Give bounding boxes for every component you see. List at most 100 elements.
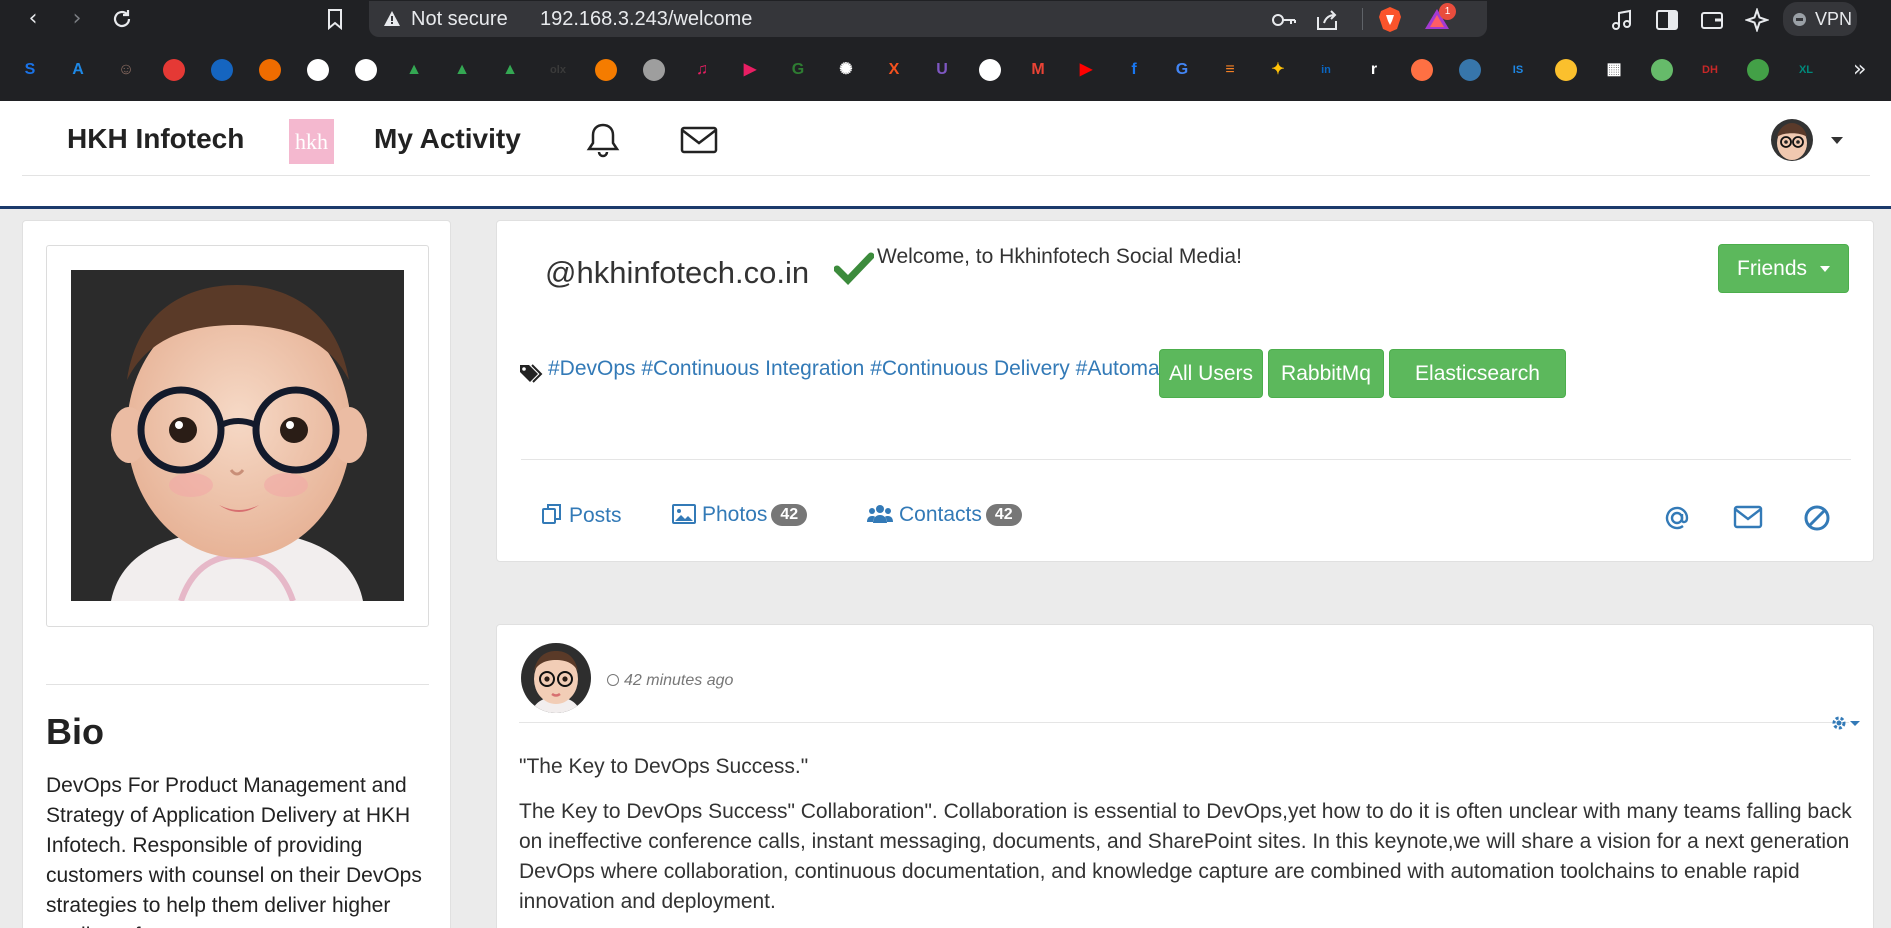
- bookmark-translate-icon[interactable]: G: [1171, 59, 1193, 81]
- user-avatar[interactable]: [1771, 119, 1813, 161]
- bookmark-drive-2-icon[interactable]: ▲: [451, 59, 473, 81]
- url-text[interactable]: 192.168.3.243/welcome: [540, 8, 752, 31]
- post-settings-gear-icon[interactable]: [1830, 713, 1864, 733]
- reload-icon[interactable]: [107, 4, 137, 34]
- more-bookmarks-icon[interactable]: »: [1853, 57, 1866, 82]
- rabbitmq-button[interactable]: RabbitMq: [1268, 349, 1384, 398]
- tab-contacts[interactable]: Contacts 42: [867, 503, 1022, 527]
- address-bar[interactable]: Not secure 192.168.3.243/welcome 1: [369, 1, 1487, 37]
- bookmark-python-icon[interactable]: [1459, 59, 1481, 81]
- bookmark-drive-3-icon[interactable]: ▲: [499, 59, 521, 81]
- bookmark-x-icon[interactable]: X: [883, 59, 905, 81]
- elasticsearch-button[interactable]: Elasticsearch: [1389, 349, 1566, 398]
- all-users-button[interactable]: All Users: [1159, 349, 1263, 398]
- brand-name[interactable]: HKH Infotech: [67, 123, 244, 155]
- at-icon[interactable]: [1663, 504, 1691, 532]
- bookmark-music-icon[interactable]: ♫: [691, 59, 713, 81]
- bookmark-dots-icon[interactable]: [1555, 59, 1577, 81]
- divider: [521, 459, 1851, 460]
- profile-sidebar: Bio DevOps For Product Management and St…: [22, 220, 451, 928]
- app-navbar: HKH Infotech hkh My Activity: [0, 101, 1891, 209]
- friends-dropdown-button[interactable]: Friends: [1718, 244, 1849, 293]
- music-icon[interactable]: [1610, 8, 1634, 32]
- bookmark-youtube-icon[interactable]: ▶: [1075, 59, 1097, 81]
- bookmark-chat-icon[interactable]: [1747, 59, 1769, 81]
- bookmark-fire-icon[interactable]: [1411, 59, 1433, 81]
- bookmark-people-icon[interactable]: [1651, 59, 1673, 81]
- bookmark-dh-icon[interactable]: DH: [1699, 59, 1721, 81]
- bookmark-linkedin-icon[interactable]: in: [1315, 59, 1337, 81]
- bookmark-olx-icon[interactable]: olx: [547, 59, 569, 81]
- block-icon[interactable]: [1803, 504, 1831, 532]
- photos-count-badge: 42: [771, 504, 808, 526]
- bookmark-facebook-icon[interactable]: f: [1123, 59, 1145, 81]
- bookmark-globe-icon[interactable]: [643, 59, 665, 81]
- bookmark-icon[interactable]: [320, 4, 350, 34]
- clock-icon: [607, 674, 619, 686]
- bookmark-qr-icon[interactable]: ▦: [1603, 59, 1625, 81]
- security-label[interactable]: Not secure: [411, 8, 508, 31]
- bookmark-drive-1-icon[interactable]: ▲: [403, 59, 425, 81]
- bookmark-cloud-icon[interactable]: [259, 59, 281, 81]
- bookmark-red-ball-icon[interactable]: [163, 59, 185, 81]
- bookmark-s-icon[interactable]: S: [19, 59, 41, 81]
- bookmark-play-icon[interactable]: ▶: [739, 59, 761, 81]
- bio-text: DevOps For Product Management and Strate…: [46, 774, 422, 928]
- profile-header-card: @hkhinfotech.co.in Welcome, to Hkhinfote…: [496, 220, 1874, 562]
- bookmark-xl-icon[interactable]: XL: [1795, 59, 1817, 81]
- bookmark-r-icon[interactable]: r: [1363, 59, 1385, 81]
- bookmark-github-2-icon[interactable]: [355, 59, 377, 81]
- envelope-icon[interactable]: [1733, 504, 1763, 530]
- post-title: "The Key to DevOps Success.": [519, 755, 809, 778]
- brand-logo[interactable]: hkh: [289, 119, 334, 164]
- bookmark-is-icon[interactable]: IS: [1507, 59, 1529, 81]
- contacts-icon: [867, 505, 893, 523]
- bookmark-avatar-icon[interactable]: ☺: [115, 59, 137, 81]
- brave-rewards-icon[interactable]: 1: [1423, 3, 1456, 32]
- post-time-text: 42 minutes ago: [624, 672, 734, 689]
- envelope-icon[interactable]: [680, 125, 718, 155]
- toolbar-separator: [1362, 8, 1363, 30]
- post-author-avatar[interactable]: [521, 643, 591, 713]
- bookmark-circle-blue-icon[interactable]: [211, 59, 233, 81]
- profile-photo[interactable]: [71, 270, 404, 601]
- my-activity-link[interactable]: My Activity: [374, 123, 521, 155]
- verified-check-icon: [834, 252, 874, 285]
- rewards-badge: 1: [1439, 3, 1456, 20]
- brave-shield-icon[interactable]: [1377, 6, 1403, 32]
- bell-icon[interactable]: [585, 121, 621, 159]
- post-body: The Key to DevOps Success" Collaboration…: [519, 800, 1852, 913]
- divider: [519, 722, 1849, 723]
- wallet-icon[interactable]: [1700, 8, 1724, 32]
- tab-photos[interactable]: Photos 42: [672, 503, 808, 527]
- post-timestamp: 42 minutes ago: [607, 672, 733, 690]
- sidebar-icon[interactable]: [1655, 8, 1679, 32]
- share-icon[interactable]: [1315, 9, 1339, 31]
- tab-posts[interactable]: Posts: [541, 503, 622, 528]
- photos-icon: [672, 504, 696, 524]
- bookmark-u-icon[interactable]: U: [931, 59, 953, 81]
- bookmark-openai-icon[interactable]: ✺: [835, 59, 857, 81]
- forward-icon[interactable]: ›: [62, 4, 92, 34]
- back-icon[interactable]: ‹: [18, 4, 48, 34]
- tags-icon: [520, 364, 543, 383]
- nav-divider: [22, 175, 1870, 176]
- leo-ai-icon[interactable]: [1745, 8, 1769, 32]
- bookmark-github-1-icon[interactable]: [307, 59, 329, 81]
- bookmark-github-3-icon[interactable]: [979, 59, 1001, 81]
- bookmark-gfg-icon[interactable]: G: [787, 59, 809, 81]
- bookmark-gmail-icon[interactable]: M: [1027, 59, 1049, 81]
- post-card: 42 minutes ago "The Key to DevOps Succes…: [496, 624, 1874, 928]
- bookmark-rocket-icon[interactable]: ✦: [1267, 59, 1289, 81]
- bookmark-azure-icon[interactable]: A: [67, 59, 89, 81]
- bio-heading: Bio: [46, 711, 104, 752]
- vpn-button[interactable]: VPN: [1783, 2, 1857, 36]
- profile-handle: @hkhinfotech.co.in: [545, 255, 810, 290]
- password-key-icon[interactable]: [1271, 10, 1297, 30]
- hashtags-text[interactable]: #DevOps #Continuous Integration #Continu…: [548, 357, 1194, 381]
- bookmark-stack-icon[interactable]: ≡: [1219, 59, 1241, 81]
- browser-toolbar: ‹ › Not secure 192.168.3.243/welcome 1 V…: [0, 0, 1891, 38]
- bookmarks-bar: S A ☺ ▲ ▲ ▲ olx ♫ ▶ G ✺ X U M ▶ f G ≡ ✦ in r IS ▦ DH XL »: [0, 38, 1891, 101]
- user-menu-caret-icon[interactable]: [1831, 137, 1843, 144]
- bookmark-box-icon[interactable]: [595, 59, 617, 81]
